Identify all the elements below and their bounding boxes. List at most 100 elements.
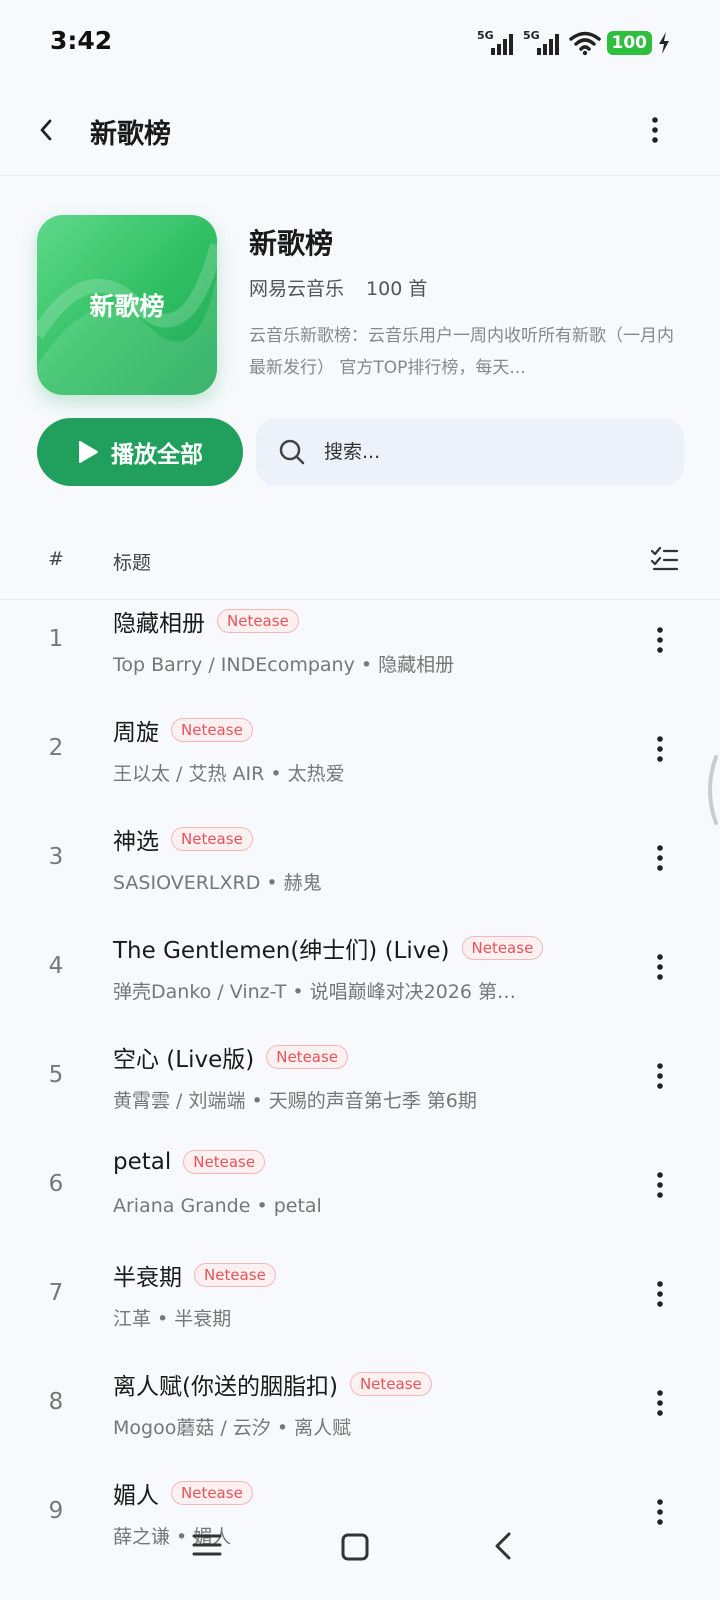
song-more-button[interactable] [650, 618, 670, 662]
song-artist-album: Ariana Grande • petal [113, 1195, 322, 1217]
song-title: 空心 (Live版) [113, 1047, 255, 1073]
signal-5g-icon: 5G [477, 29, 513, 55]
song-title: 媚人 [113, 1483, 159, 1509]
song-more-button[interactable] [650, 727, 670, 771]
source-tag: Netease [217, 609, 299, 633]
menu-icon[interactable] [190, 1530, 224, 1560]
song-title-line: petal Netease [113, 1149, 266, 1175]
source-tag: Netease [171, 718, 253, 742]
edge-swipe-handle[interactable] [700, 755, 720, 825]
playlist-source[interactable]: 网易云音乐 [249, 278, 344, 300]
signal-5g-icon-2: 5G [523, 29, 559, 55]
multi-select-button[interactable] [650, 544, 680, 578]
play-all-label: 播放全部 [111, 442, 203, 468]
chevron-left-icon [40, 119, 52, 141]
search-box[interactable] [256, 418, 684, 486]
song-title: 离人赋(你送的胭脂扣) [113, 1374, 338, 1400]
song-row[interactable]: 5 空心 (Live版) Netease 黄霄雲 / 刘端端 • 天赐的声音第七… [0, 1022, 720, 1131]
back-triangle-icon[interactable] [492, 1530, 514, 1562]
more-vertical-icon [657, 627, 663, 653]
status-bar: 3:42 5G 5G 100 [0, 0, 720, 88]
status-time: 3:42 [50, 26, 113, 55]
song-title-line: The Gentlemen(绅士们) (Live) Netease [113, 931, 544, 965]
more-vertical-icon [657, 1172, 663, 1198]
song-row[interactable]: 8 离人赋(你送的胭脂扣) Netease Mogoo蘑菇 / 云汐 • 离人赋 [0, 1349, 720, 1458]
column-number: # [48, 548, 64, 570]
song-title: 周旋 [113, 720, 159, 746]
source-tag: Netease [266, 1045, 349, 1069]
top-app-bar: 新歌榜 [0, 88, 720, 176]
song-title-line: 神选 Netease [113, 822, 253, 856]
song-index: 8 [48, 1389, 64, 1415]
song-artist-album: 江革 • 半衰期 [113, 1308, 232, 1330]
song-index: 2 [48, 735, 64, 761]
song-title: 半衰期 [113, 1265, 182, 1291]
checklist-icon [650, 546, 679, 571]
song-row[interactable]: 1 隐藏相册 Netease Top Barry / INDEcompany •… [0, 586, 720, 695]
song-index: 1 [48, 626, 64, 652]
column-title: 标题 [113, 552, 152, 574]
song-row[interactable]: 6 petal Netease Ariana Grande • petal [0, 1131, 720, 1240]
song-title: The Gentlemen(绅士们) (Live) [113, 938, 450, 964]
song-artist-album: 弹壳Danko / Vinz-T • 说唱巅峰对决2026 第… [113, 981, 517, 1003]
song-title: 隐藏相册 [113, 611, 205, 637]
song-artist-album: 黄霄雲 / 刘端端 • 天赐的声音第七季 第6期 [113, 1090, 477, 1112]
song-index: 6 [48, 1171, 64, 1197]
song-artist-album: 王以太 / 艾热 AIR • 太热爱 [113, 763, 345, 785]
more-vertical-icon [657, 1063, 663, 1089]
signal-label-2: 5G [523, 29, 540, 42]
song-index: 3 [48, 844, 64, 870]
search-icon [279, 439, 305, 465]
battery-level: 100 [606, 31, 652, 55]
song-row[interactable]: 7 半衰期 Netease 江革 • 半衰期 [0, 1240, 720, 1349]
song-index: 4 [48, 953, 64, 979]
more-options-button[interactable] [640, 108, 670, 152]
cover-text: 新歌榜 [89, 292, 165, 321]
more-vertical-icon [657, 736, 663, 762]
more-vertical-icon [657, 954, 663, 980]
song-title-line: 媚人 Netease [113, 1476, 253, 1510]
page-title: 新歌榜 [90, 119, 171, 150]
system-nav-bar [0, 1510, 720, 1600]
song-title-line: 半衰期 Netease [113, 1258, 276, 1292]
song-index: 5 [48, 1062, 64, 1088]
song-title: 神选 [113, 829, 159, 855]
source-tag: Netease [194, 1263, 276, 1287]
song-artist-album: Top Barry / INDEcompany • 隐藏相册 [113, 654, 455, 676]
source-tag: Netease [171, 827, 253, 851]
playlist-meta: 网易云音乐 100 首 [249, 274, 427, 301]
song-row[interactable]: 4 The Gentlemen(绅士们) (Live) Netease 弹壳Da… [0, 913, 720, 1022]
source-tag: Netease [349, 1372, 432, 1396]
source-tag: Netease [461, 936, 544, 960]
song-more-button[interactable] [650, 945, 670, 989]
song-more-button[interactable] [650, 1163, 670, 1207]
play-icon [79, 441, 98, 463]
play-all-button[interactable]: 播放全部 [37, 418, 243, 486]
playlist-description[interactable]: 云音乐新歌榜：云音乐用户一周内收听所有新歌（一月内最新发行） 官方TOP排行榜，… [249, 320, 689, 384]
more-vertical-icon [657, 1281, 663, 1307]
playlist-title: 新歌榜 [249, 227, 334, 260]
source-tag: Netease [183, 1150, 266, 1174]
playlist-cover[interactable]: 新歌榜 [37, 215, 217, 395]
more-vertical-icon [657, 1390, 663, 1416]
song-more-button[interactable] [650, 836, 670, 880]
song-title-line: 空心 (Live版) Netease [113, 1040, 349, 1074]
status-icons: 5G 5G 100 [477, 28, 671, 58]
song-more-button[interactable] [650, 1381, 670, 1425]
song-title-line: 隐藏相册 Netease [113, 604, 299, 638]
song-title-line: 周旋 Netease [113, 713, 253, 747]
song-more-button[interactable] [650, 1054, 670, 1098]
playlist-count: 100 首 [366, 278, 428, 300]
song-artist-album: Mogoo蘑菇 / 云汐 • 离人赋 [113, 1417, 352, 1439]
song-artist-album: SASIOVERLXRD • 赫鬼 [113, 872, 322, 894]
back-button[interactable] [28, 108, 64, 152]
home-square-icon[interactable] [340, 1532, 370, 1562]
song-row[interactable]: 2 周旋 Netease 王以太 / 艾热 AIR • 太热爱 [0, 695, 720, 804]
song-row[interactable]: 3 神选 Netease SASIOVERLXRD • 赫鬼 [0, 804, 720, 913]
song-more-button[interactable] [650, 1272, 670, 1316]
charging-icon [659, 32, 669, 54]
search-input[interactable] [324, 441, 664, 463]
more-vertical-icon [657, 845, 663, 871]
signal-label: 5G [477, 29, 494, 42]
wifi-icon [568, 31, 601, 56]
